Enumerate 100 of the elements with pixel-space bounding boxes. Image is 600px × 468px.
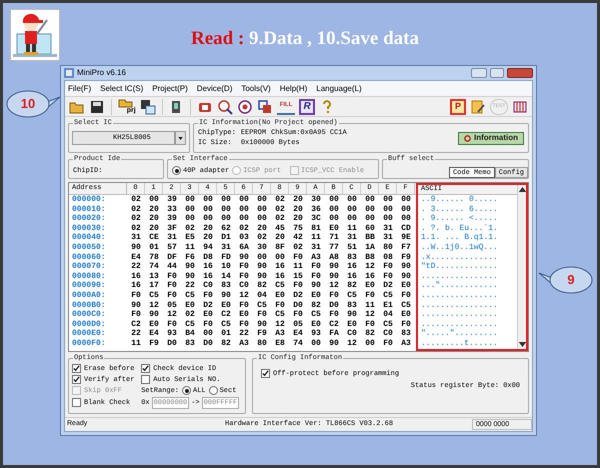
byte-cell-text: 83 (220, 281, 232, 291)
byte-cell-text: F0 (202, 290, 214, 301)
address-cell-text: 000060: (71, 252, 107, 262)
circle-icon[interactable] (237, 98, 254, 114)
byte-cell-text: C5 (274, 310, 286, 320)
address-cell-text: 000050: (71, 242, 107, 253)
byte-cell-text: 00 (256, 195, 268, 205)
ascii-cell-text: ................ (420, 310, 498, 320)
information-button[interactable]: Information (458, 132, 524, 144)
byte-cell-text: DF (166, 252, 178, 262)
byte-cell-text: 00 (364, 214, 376, 224)
byte-cell-text: 3C (310, 214, 322, 224)
byte-cell-text: 00 (310, 338, 322, 348)
byte-cell-text: 90 (400, 272, 412, 282)
byte-cell-text: 31 (346, 233, 358, 243)
byte-cell-text: 02 (130, 214, 142, 224)
scroll-up-icon[interactable] (518, 187, 527, 192)
byte-cell-text: 02 (292, 242, 304, 253)
byte-cell-text: F0 (238, 300, 250, 310)
byte-cell-text: 11 (292, 262, 304, 272)
byte-cell-text: 00 (364, 195, 376, 205)
byte-cell-text: 12 (238, 290, 250, 301)
menu-item[interactable]: Project(P) (152, 82, 188, 94)
checkbox[interactable] (72, 375, 81, 384)
checkbox[interactable] (72, 364, 81, 373)
byte-cell-text: 02 (184, 224, 196, 234)
checkbox[interactable] (261, 369, 270, 378)
minimize-button[interactable] (471, 68, 487, 78)
byte-cell-text: F9 (400, 252, 412, 262)
byte-cell-text: 16 (202, 262, 214, 272)
scroll-down-icon[interactable] (518, 342, 527, 346)
scrollbar[interactable] (517, 185, 526, 348)
byte-cell-text: E4 (148, 329, 160, 339)
byte-cell-text: 10 (220, 262, 232, 272)
byte-cell-text: 20 (148, 214, 160, 224)
byte-cell-text: E0 (310, 290, 322, 301)
byte-cell-text: C0 (202, 281, 214, 291)
chip-pins-icon[interactable] (512, 98, 528, 114)
address-cell-text: 0000D0: (71, 320, 107, 330)
dropdown-button[interactable] (175, 131, 186, 145)
ascii-cell-text: . 9...... <..... (420, 214, 498, 224)
maximize-button[interactable] (490, 68, 504, 78)
byte-cell-text: 00 (184, 195, 196, 205)
radio-button[interactable] (182, 386, 191, 395)
menu-item[interactable]: File(F) (68, 82, 92, 94)
byte-cell-text: F0 (238, 320, 250, 330)
address-cell-text: 000040: (71, 233, 107, 243)
byte-cell-text: E1 (382, 300, 394, 310)
callout-number: 10 (20, 96, 36, 112)
radio-button[interactable] (208, 386, 218, 395)
menu-item[interactable]: Help(H) (280, 82, 308, 94)
menu-item[interactable]: Select IC(S) (100, 82, 144, 94)
slide-title: Read : 9.Data , 10.Save data (190, 27, 419, 51)
checkbox[interactable] (141, 375, 150, 384)
byte-cell-text: C5 (346, 290, 358, 301)
byte-cell-text: E0 (400, 310, 412, 320)
checkbox[interactable] (72, 398, 81, 407)
byte-cell-text: F0 (364, 320, 376, 330)
menu-item[interactable]: Tools(V) (241, 82, 271, 94)
byte-cell-text: 90 (256, 320, 268, 330)
byte-cell-text: 51 (346, 242, 358, 253)
byte-cell-text: 20 (202, 233, 214, 243)
address-cell-text: 000080: (71, 272, 107, 282)
byte-cell-text: E0 (400, 281, 412, 291)
document-pencil-icon[interactable] (470, 98, 486, 114)
byte-cell-text: E8 (274, 338, 286, 348)
byte-cell-text: 20 (292, 195, 304, 205)
byte-cell-text: 02 (184, 310, 196, 320)
radio-button[interactable] (172, 166, 181, 176)
byte-cell-text: 00 (202, 329, 214, 339)
byte-cell-text: 16 (346, 262, 358, 272)
byte-cell-text: 90 (238, 252, 250, 262)
ascii-cell-text: . 3...... 6..... (420, 204, 498, 214)
circle-icon (464, 134, 471, 142)
byte-cell-text: 00 (346, 204, 358, 214)
byte-cell-text: A8 (328, 252, 340, 262)
byte-cell-text: 16 (346, 272, 358, 282)
byte-cell-text: 00 (400, 195, 412, 205)
byte-cell-text: 16 (274, 272, 286, 282)
menu-item[interactable]: Language(L) (316, 82, 362, 94)
byte-cell-text: 9E (400, 233, 412, 243)
ascii-cell-text: ..9...... 0..... (420, 195, 498, 205)
address-cell-text: 000000: (71, 195, 107, 205)
byte-cell-text: 04 (256, 290, 268, 301)
ascii-cell-text: ................ (420, 300, 498, 310)
byte-cell-text: 15 (292, 272, 304, 282)
byte-cell-text: 82 (364, 329, 376, 339)
byte-cell-text: 00 (184, 214, 196, 224)
byte-cell-text: 02 (130, 195, 142, 205)
menu-item[interactable]: Device(D) (196, 82, 232, 94)
checkbox[interactable] (141, 364, 150, 373)
byte-cell-text: 6A (238, 242, 250, 253)
byte-cell-text: 00 (328, 214, 340, 224)
magnifier-icon[interactable] (217, 98, 234, 114)
letter-icon[interactable]: R (299, 98, 316, 114)
byte-cell-text: 42 (292, 233, 304, 243)
address-cell-text: 0000A0: (71, 290, 107, 301)
byte-cell-text: 20 (292, 204, 304, 214)
byte-cell-text: D2 (292, 290, 304, 301)
letter-icon[interactable]: P (450, 98, 466, 114)
